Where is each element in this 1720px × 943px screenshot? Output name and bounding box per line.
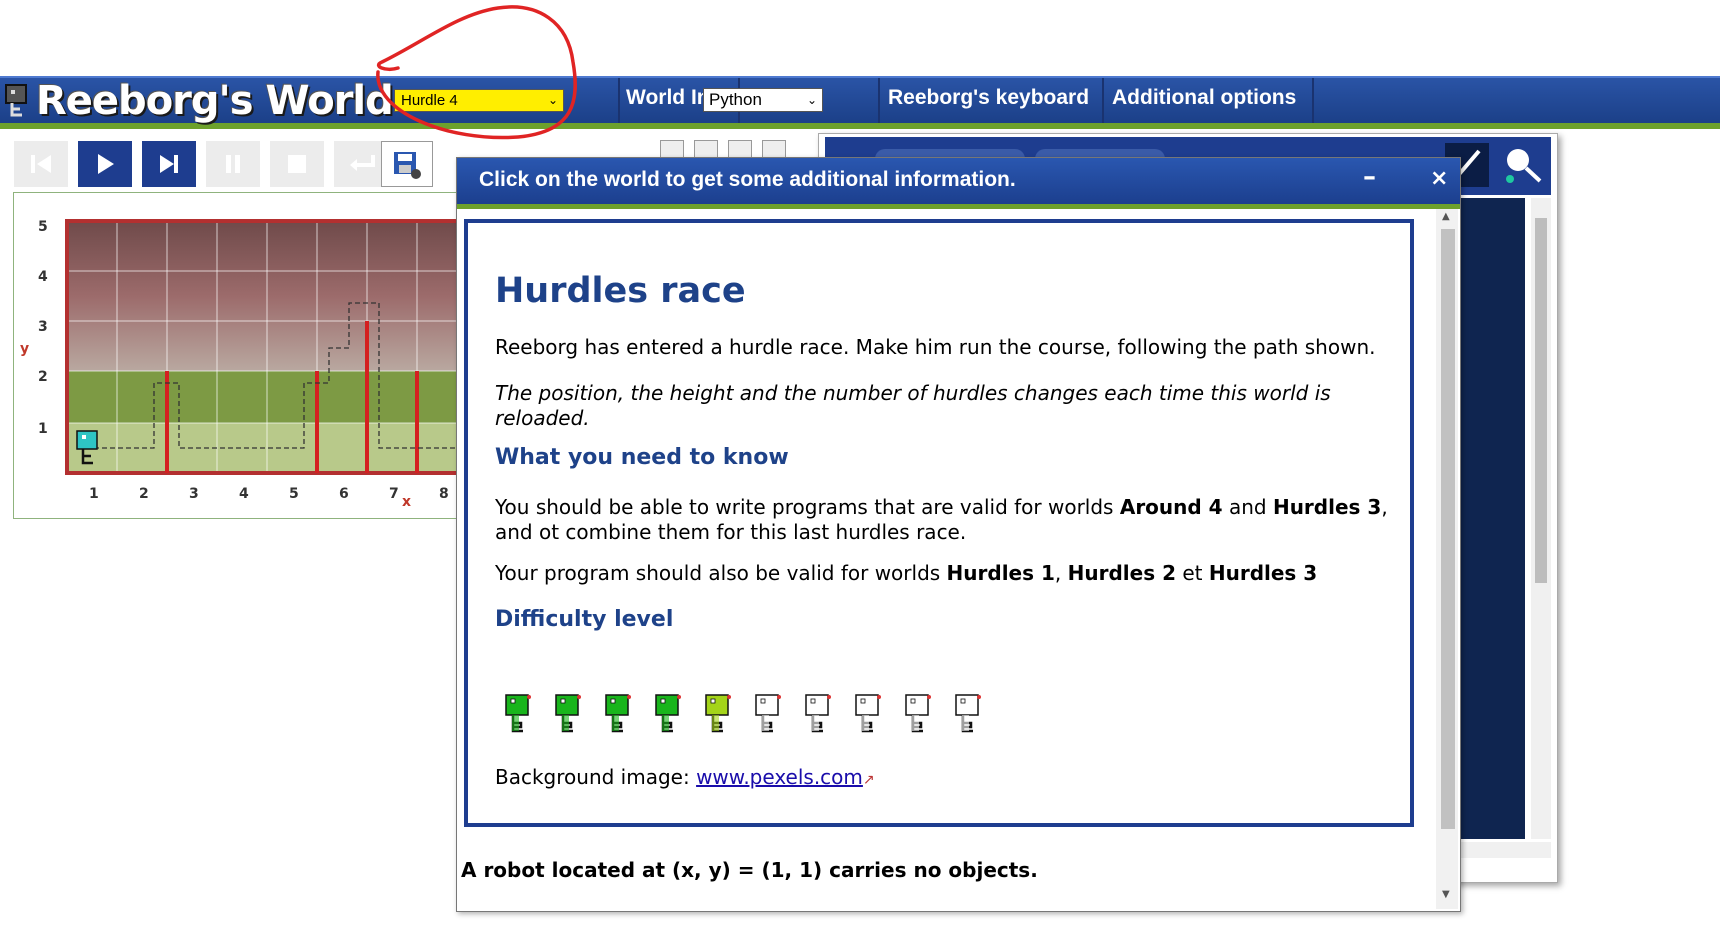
x-tick: 8 bbox=[439, 486, 449, 502]
difficulty-robot-filled-icon bbox=[505, 694, 531, 733]
difficulty-robot-empty-icon bbox=[755, 694, 781, 733]
step-forward-icon bbox=[160, 155, 178, 173]
pause-icon bbox=[226, 155, 240, 173]
text: and bbox=[1222, 495, 1273, 519]
need-to-know-paragraph: You should be able to write programs tha… bbox=[495, 495, 1395, 545]
x-tick: 6 bbox=[339, 486, 349, 502]
dialog-accent-line bbox=[457, 204, 1460, 209]
difficulty-heading: Difficulty level bbox=[495, 607, 674, 632]
difficulty-robot-empty-icon bbox=[905, 694, 931, 733]
save-icon bbox=[394, 152, 421, 179]
background-link[interactable]: www.pexels.com bbox=[696, 765, 863, 789]
text: You should be able to write programs tha… bbox=[495, 495, 1120, 519]
y-tick: 1 bbox=[38, 421, 48, 437]
header-separator bbox=[1102, 78, 1104, 123]
background-credit: Background image: www.pexels.com↗ bbox=[495, 765, 875, 789]
world-description-box: Hurdles race Reeborg has entered a hurdl… bbox=[464, 219, 1414, 827]
red-circle-annotation bbox=[376, 5, 577, 140]
robot-status-text: A robot located at (x, y) = (1, 1) carri… bbox=[461, 858, 1038, 882]
additional-options-button[interactable]: Additional options bbox=[1112, 86, 1296, 110]
reeborg-keyboard-button[interactable]: Reeborg's keyboard bbox=[888, 86, 1089, 110]
note-text: The position, the height and the number … bbox=[495, 381, 1331, 430]
y-tick: 3 bbox=[38, 319, 48, 335]
scrollbar-thumb[interactable] bbox=[1441, 229, 1455, 829]
minimize-button[interactable]: – bbox=[1363, 162, 1376, 192]
run-button[interactable] bbox=[78, 141, 132, 187]
difficulty-robot-filled-icon bbox=[555, 694, 581, 733]
text: et bbox=[1175, 561, 1209, 585]
stop-icon bbox=[288, 155, 306, 173]
x-tick: 2 bbox=[139, 486, 149, 502]
need-to-know-heading: What you need to know bbox=[495, 445, 789, 470]
difficulty-robot-filled-icon bbox=[705, 694, 731, 733]
stop-button[interactable] bbox=[270, 141, 324, 187]
field-background bbox=[67, 371, 474, 423]
difficulty-robot-empty-icon bbox=[955, 694, 981, 733]
world-info-dialog: Click on the world to get some additiona… bbox=[456, 157, 1461, 912]
scroll-down-icon[interactable]: ▼ bbox=[1442, 889, 1450, 900]
app-title: Reeborg's World bbox=[36, 78, 394, 124]
world-name: Hurdles 2 bbox=[1067, 561, 1176, 585]
y-tick: 5 bbox=[38, 219, 48, 235]
play-icon bbox=[98, 154, 114, 174]
header-separator bbox=[878, 78, 880, 123]
y-axis-label: y bbox=[20, 341, 29, 357]
language-select-value: Python bbox=[709, 90, 762, 109]
x-tick: 4 bbox=[239, 486, 249, 502]
x-tick: 7 bbox=[389, 486, 399, 502]
external-link-icon: ↗ bbox=[862, 772, 875, 788]
scroll-up-icon[interactable]: ▲ bbox=[1442, 211, 1450, 222]
world-heading: Hurdles race bbox=[495, 271, 746, 311]
background-label: Background image: bbox=[495, 765, 697, 789]
x-tick: 3 bbox=[189, 486, 199, 502]
x-axis-label: x bbox=[402, 494, 411, 510]
back-button[interactable] bbox=[334, 141, 388, 187]
intro-text: Reeborg has entered a hurdle race. Make … bbox=[495, 335, 1376, 359]
world-name: Hurdles 3 bbox=[1272, 495, 1382, 519]
magnifier-icon[interactable] bbox=[1500, 143, 1544, 187]
difficulty-robot-empty-icon bbox=[855, 694, 881, 733]
header-separator bbox=[618, 78, 620, 123]
header-separator bbox=[1312, 78, 1314, 123]
close-button[interactable]: × bbox=[1430, 166, 1448, 191]
y-tick: 2 bbox=[38, 369, 48, 385]
x-tick: 5 bbox=[289, 486, 299, 502]
text: Your program should also be valid for wo… bbox=[495, 561, 947, 585]
world-name: Hurdles 1 bbox=[946, 561, 1055, 585]
difficulty-robot-filled-icon bbox=[655, 694, 681, 733]
difficulty-robot-empty-icon bbox=[805, 694, 831, 733]
stadium-background bbox=[67, 221, 474, 371]
world-canvas[interactable]: 5 4 3 2 1 y 1 2 3 4 5 6 7 8 x bbox=[14, 193, 474, 518]
step-button[interactable] bbox=[142, 141, 196, 187]
save-button[interactable] bbox=[381, 141, 433, 187]
reeborg-logo-icon bbox=[5, 84, 27, 117]
world-panel[interactable]: 5 4 3 2 1 y 1 2 3 4 5 6 7 8 x bbox=[13, 192, 475, 519]
skip-back-icon bbox=[31, 155, 51, 173]
x-tick: 1 bbox=[89, 486, 99, 502]
editor-vertical-scrollbar[interactable] bbox=[1531, 198, 1551, 839]
pause-button[interactable] bbox=[206, 141, 260, 187]
valid-worlds-paragraph: Your program should also be valid for wo… bbox=[495, 561, 1395, 586]
dialog-title-bar[interactable]: Click on the world to get some additiona… bbox=[457, 158, 1460, 204]
reload-button[interactable] bbox=[14, 141, 68, 187]
chevron-down-icon: ⌄ bbox=[806, 93, 817, 107]
text: , bbox=[1054, 561, 1068, 585]
dialog-title: Click on the world to get some additiona… bbox=[479, 168, 1016, 191]
return-icon bbox=[350, 155, 375, 171]
scrollbar-thumb[interactable] bbox=[1535, 218, 1547, 583]
world-name: Hurdles 3 bbox=[1208, 561, 1318, 585]
y-tick: 4 bbox=[38, 269, 48, 285]
language-select-dropdown[interactable]: Python ⌄ bbox=[703, 88, 823, 112]
dialog-scrollbar[interactable]: ▲ ▼ bbox=[1436, 209, 1458, 909]
world-name: Around 4 bbox=[1119, 495, 1223, 519]
difficulty-robot-filled-icon bbox=[605, 694, 631, 733]
